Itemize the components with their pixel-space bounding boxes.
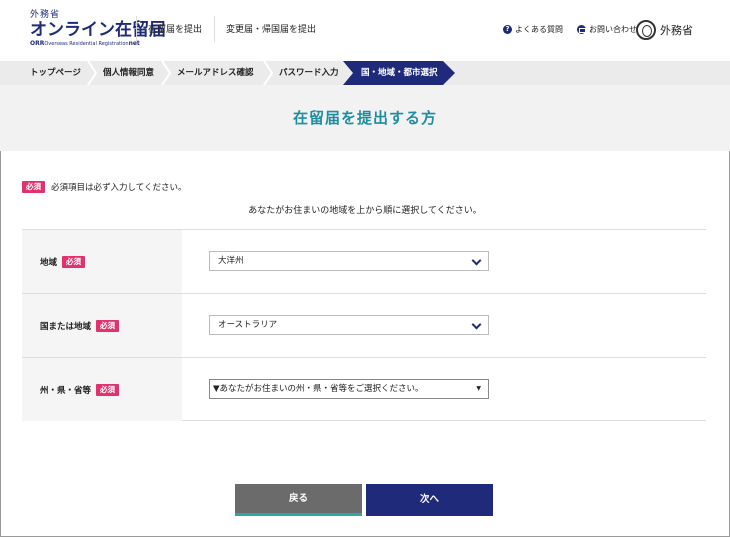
- page-title: 在留届を提出する方: [292, 109, 437, 127]
- nav-change-return[interactable]: 変更届・帰国届を提出: [226, 22, 316, 35]
- required-badge: 必須: [96, 319, 120, 332]
- mofa-emblem-icon: [636, 20, 656, 40]
- breadcrumb-separator: [262, 61, 274, 85]
- breadcrumb-top: トップページ: [30, 68, 81, 78]
- breadcrumb-consent: 個人情報同意: [103, 68, 155, 78]
- chevron-down-icon: [471, 319, 482, 330]
- question-icon: ?: [503, 25, 512, 34]
- breadcrumb-email: メールアドレス確認: [177, 68, 254, 78]
- back-button[interactable]: 戻る: [235, 484, 362, 516]
- nav-submit-registration[interactable]: 在留届を提出: [148, 22, 202, 35]
- breadcrumb-current: 国・地域・都市選択: [343, 61, 455, 85]
- contact-link[interactable]: お問い合わせ: [577, 24, 637, 35]
- next-button[interactable]: 次へ: [366, 484, 493, 516]
- form-row-country: 国または地域 必須 オーストラリア: [22, 293, 706, 357]
- required-badge: 必須: [22, 181, 45, 193]
- required-note: 必須 必須項目は必ず入力してください。: [22, 181, 187, 193]
- faq-link[interactable]: ? よくある質問: [503, 24, 563, 35]
- country-select[interactable]: オーストラリア: [209, 315, 489, 335]
- form-row-state: 州・県・省等 必須 ▼あなたがお住まいの州・県・省等をご選択ください。 ▼: [22, 357, 706, 421]
- state-select[interactable]: ▼あなたがお住まいの州・県・省等をご選択ください。 ▼: [209, 379, 489, 399]
- mail-icon: [577, 25, 586, 34]
- breadcrumb-separator: [86, 61, 98, 85]
- state-label: 州・県・省等 必須: [22, 358, 182, 421]
- required-badge: 必須: [96, 383, 120, 396]
- state-placeholder-value: ▼あなたがお住まいの州・県・省等をご選択ください。: [213, 384, 424, 394]
- region-label: 地域 必須: [22, 230, 182, 293]
- dropdown-arrow-icon: ▼: [476, 385, 481, 392]
- nav-divider: [136, 16, 137, 42]
- orr-logo[interactable]: 外務省 オンライン在留届 ORROverseas Residential Reg…: [30, 10, 166, 54]
- country-label: 国または地域 必須: [22, 294, 182, 357]
- chevron-down-icon: [471, 255, 482, 266]
- mofa-label: 外務省: [660, 24, 693, 37]
- title-banner: 在留届を提出する方: [0, 85, 730, 151]
- mofa-link[interactable]: 外務省: [636, 20, 693, 40]
- contact-label: お問い合わせ: [589, 25, 637, 34]
- nav-divider: [214, 16, 215, 42]
- breadcrumb-password: パスワード入力: [279, 68, 339, 78]
- country-selected-value: オーストラリア: [218, 320, 278, 330]
- instruction-text: あなたがお住まいの地域を上から順に選択してください。: [248, 206, 482, 216]
- required-badge: 必須: [62, 255, 86, 268]
- region-selected-value: 大洋州: [218, 256, 244, 266]
- logo-mofa-text: 外務省: [30, 10, 61, 20]
- form-row-region: 地域 必須 大洋州: [22, 229, 706, 293]
- breadcrumb-separator: [160, 61, 172, 85]
- breadcrumb: トップページ 個人情報同意 メールアドレス確認 パスワード入力 国・地域・都市選…: [0, 61, 730, 85]
- logo-subtitle: ORROverseas Residential Registrationnet: [30, 40, 140, 47]
- logo-title: オンライン在留届: [30, 20, 166, 40]
- faq-label: よくある質問: [515, 25, 563, 34]
- required-note-text: 必須項目は必ず入力してください。: [51, 183, 187, 193]
- location-form: 地域 必須 大洋州 国または地域 必須 オーストラリア 州・県・省等 必須 ▼あ…: [22, 229, 706, 421]
- region-select[interactable]: 大洋州: [209, 251, 489, 271]
- site-header: 外務省 オンライン在留届 ORROverseas Residential Reg…: [0, 0, 730, 62]
